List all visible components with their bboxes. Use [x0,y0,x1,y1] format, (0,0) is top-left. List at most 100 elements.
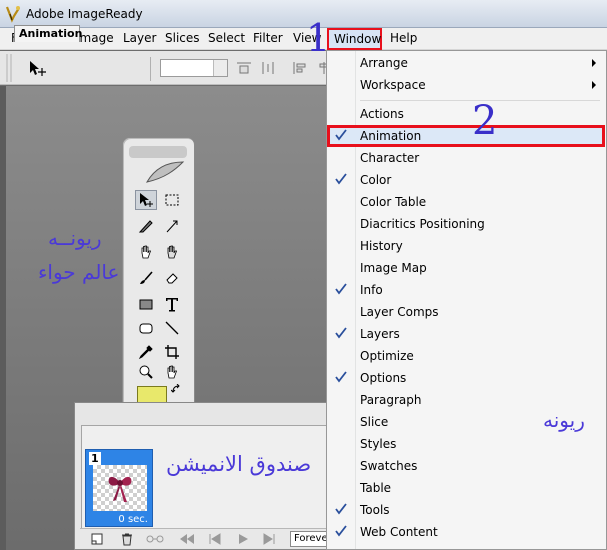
frame-thumbnail [93,465,147,511]
menu-item-layer-comps[interactable]: Layer Comps [327,301,606,323]
hand-image-map-tool[interactable] [135,242,157,262]
ribbon-bow-image [108,476,132,502]
menu-item-color[interactable]: Color [327,169,606,191]
menu-item-animation[interactable]: Animation [327,125,605,147]
type-tool[interactable] [161,294,183,314]
rectangular-marquee-icon [165,194,179,206]
menu-item-history[interactable]: History [327,235,606,257]
options-bar-grip[interactable] [6,54,18,82]
menu-item-label: Options [360,371,407,385]
magnifier-icon [139,365,153,379]
slice-tool[interactable] [135,216,157,236]
signature-left-line1: ريونــه [48,226,102,250]
feather-logo-icon [146,161,185,183]
options-dropdown[interactable] [160,59,228,77]
menu-item-label: Styles [360,437,397,451]
menu-item-label: Table [360,481,392,495]
menu-item-label: Animation [360,129,422,143]
menu-item-optimize[interactable]: Optimize [327,345,606,367]
menu-help[interactable]: Help [390,31,417,45]
paintbrush-icon [140,271,153,284]
menu-item-table[interactable]: Table [327,477,606,499]
menu-item-info[interactable]: Info [327,279,606,301]
hand-tool[interactable] [161,362,183,382]
first-frame-icon[interactable] [178,532,196,546]
menu-item-label: Swatches [360,459,418,473]
animation-frame-1[interactable]: 1 0 sec. [85,449,153,527]
eyedropper-tool[interactable] [135,342,157,362]
frame-delay-dropdown[interactable]: 0 sec. [86,514,152,525]
align-left-icon[interactable] [292,60,308,76]
menu-item-label: Optimize [360,349,414,363]
align-vertical-center-icon[interactable] [260,60,276,76]
new-frame-icon[interactable] [90,532,104,546]
options-separator [150,57,151,81]
workspace-left-edge [0,86,6,550]
move-arrow-icon [140,193,153,207]
move-tool-preset-icon[interactable] [26,59,48,79]
menu-item-layers[interactable]: Layers [327,323,606,345]
title-bar: Adobe ImageReady [0,0,607,28]
menu-item-tools[interactable]: Tools [327,499,606,521]
menu-filter[interactable]: Filter [253,31,283,45]
align-top-icon[interactable] [236,60,252,76]
zoom-tool[interactable] [135,362,157,382]
step-number-1: 1 [306,16,331,60]
brush-tool[interactable] [135,268,157,288]
move-tool[interactable] [135,190,157,210]
window-menu-dropdown: Arrange Workspace Actions Animation Char… [326,50,607,550]
menu-item-styles[interactable]: Styles [327,433,606,455]
hand-grab-icon [167,365,178,379]
menu-window[interactable]: Window [327,28,382,50]
menu-item-label: Workspace [360,78,426,92]
tween-icon[interactable] [146,532,164,546]
checkmark-icon [335,173,347,185]
next-frame-icon[interactable] [262,532,276,546]
submenu-arrow-icon [592,59,596,67]
play-icon[interactable] [236,532,250,546]
menu-slices[interactable]: Slices [165,31,200,45]
menu-item-web-content[interactable]: Web Content [327,521,606,543]
menu-item-label: Image Map [360,261,427,275]
slice-select-tool[interactable] [161,216,183,236]
hand-pointer-icon [167,245,178,259]
slice-select-icon [166,220,178,233]
menu-item-options[interactable]: Options [327,367,606,389]
menu-select[interactable]: Select [208,31,245,45]
frame-number: 1 [89,452,101,465]
previous-frame-icon[interactable] [208,532,222,546]
animation-box-label: صندوق الانميشن [166,452,312,476]
checkmark-icon [335,283,347,295]
signature-left-line2: عالم حواء [38,260,120,284]
animation-tab[interactable]: Animation [14,25,82,42]
line-tool[interactable] [161,318,183,338]
rectangle-shape-icon [139,299,153,310]
crop-tool[interactable] [161,342,183,362]
loop-options-dropdown[interactable]: Forever [290,531,330,547]
rectangle-tool[interactable] [135,294,157,314]
menu-item-actions[interactable]: Actions [327,103,606,125]
rounded-rectangle-tool[interactable] [135,318,157,338]
menu-item-swatches[interactable]: Swatches [327,455,606,477]
menu-item-color-table[interactable]: Color Table [327,191,606,213]
slice-knife-icon [138,220,153,233]
tools-palette-title-bar[interactable] [129,146,187,158]
swap-colors-icon[interactable] [171,384,183,396]
menu-item-label: Web Content [360,525,438,539]
menu-item-image-map[interactable]: Image Map [327,257,606,279]
rounded-rectangle-icon [139,323,153,334]
menu-item-label: Color Table [360,195,427,209]
checkmark-icon [335,129,347,141]
menu-item-diacritics-positioning[interactable]: Diacritics Positioning [327,213,606,235]
eraser-icon [166,273,178,284]
menu-item-character[interactable]: Character [327,147,606,169]
image-map-select-tool[interactable] [161,242,183,262]
menu-layer[interactable]: Layer [123,31,156,45]
delete-frame-icon[interactable] [120,532,134,546]
eraser-tool[interactable] [161,268,183,288]
menu-item-label: Arrange [360,56,408,70]
menu-item-workspace[interactable]: Workspace [327,74,606,96]
menu-item-label: Character [360,151,420,165]
menu-item-arrange[interactable]: Arrange [327,52,606,74]
marquee-tool[interactable] [161,190,183,210]
